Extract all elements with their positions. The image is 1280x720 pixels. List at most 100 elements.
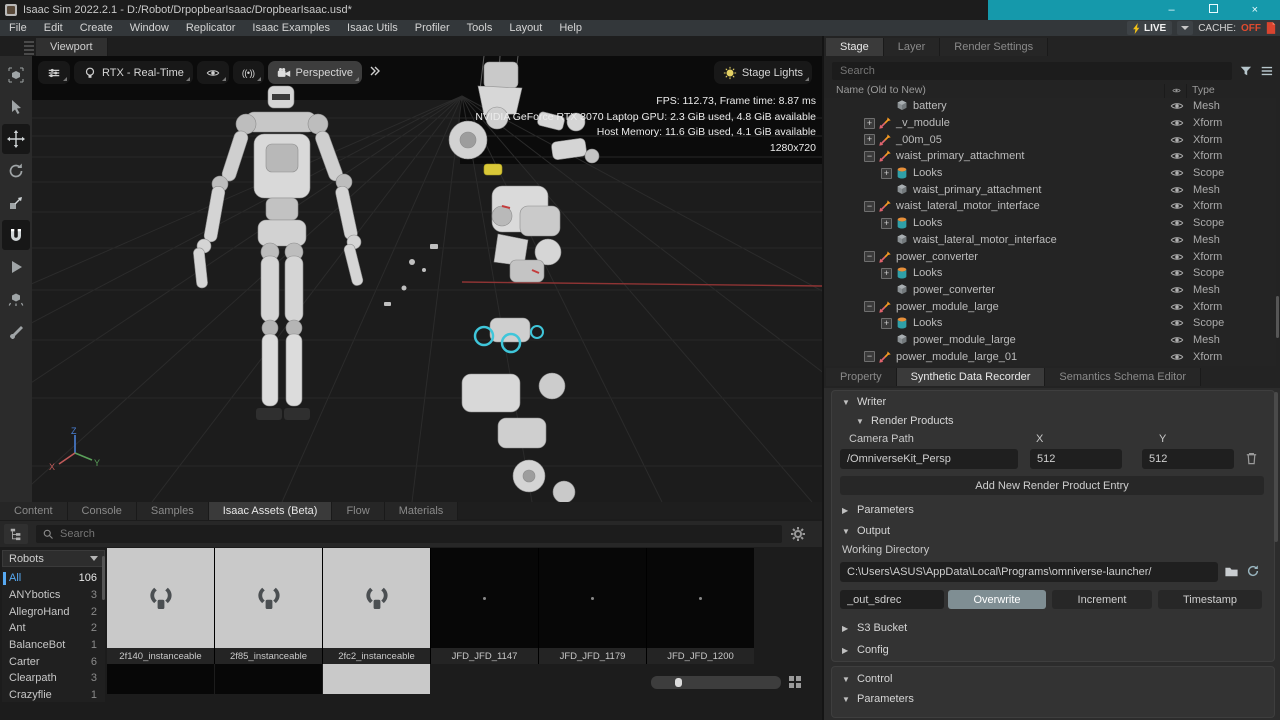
visibility-eye-icon[interactable]	[1170, 266, 1184, 280]
resolution-y-input[interactable]	[1142, 449, 1234, 469]
visibility-eye-icon[interactable]	[1170, 350, 1184, 364]
tab-synthetic-data-recorder[interactable]: Synthetic Data Recorder	[897, 368, 1046, 386]
tool-select-cursor[interactable]	[2, 92, 30, 122]
asset-thumbnail[interactable]	[323, 548, 430, 648]
write-mode-overwrite[interactable]: Overwrite	[948, 590, 1046, 609]
category-allegrohand[interactable]: AllegroHand2	[2, 603, 105, 620]
collapse-arrow-icon[interactable]: ▼	[842, 398, 851, 407]
stage-tree-row[interactable]: +LooksScope	[824, 215, 1276, 232]
property-scrollbar[interactable]	[1274, 392, 1278, 542]
tab-render-settings[interactable]: Render Settings	[940, 38, 1048, 56]
collapse-arrow-icon[interactable]: ▶	[842, 624, 851, 633]
menu-file[interactable]: File	[9, 22, 27, 34]
asset-tile[interactable]: 2f85_instanceable	[215, 548, 322, 664]
renderer-selector[interactable]: RTX - Real-Time	[74, 61, 193, 84]
asset-thumbnail[interactable]	[107, 548, 214, 648]
category-anybotics[interactable]: ANYbotics3	[2, 587, 105, 604]
menu-edit[interactable]: Edit	[44, 22, 63, 34]
stage-tree-row[interactable]: −power_module_largeXform	[824, 298, 1276, 315]
tool-snap-magnet[interactable]	[2, 220, 30, 250]
expand-toggle-icon[interactable]: +	[864, 118, 875, 129]
tool-move[interactable]	[2, 124, 30, 154]
tool-paint-brush[interactable]	[2, 316, 30, 346]
collapse-arrow-icon[interactable]: ▼	[842, 675, 851, 684]
menu-replicator[interactable]: Replicator	[186, 22, 236, 34]
expand-toggle-icon[interactable]: −	[864, 201, 875, 212]
visibility-eye-icon[interactable]	[1170, 199, 1184, 213]
asset-search-input[interactable]	[36, 525, 782, 543]
stage-scrollbar[interactable]	[1276, 296, 1279, 338]
section-config[interactable]: ▶ Config	[842, 644, 889, 656]
stage-tree-row[interactable]: +_v_moduleXform	[824, 115, 1276, 132]
grid-view-icon[interactable]	[788, 675, 802, 689]
tool-rotate[interactable]	[2, 156, 30, 186]
asset-tile[interactable]: JFD_JFD_1147	[431, 548, 538, 664]
audio-options-button[interactable]: ((•))	[233, 61, 264, 84]
stage-tree-row[interactable]: batteryMesh	[824, 98, 1276, 115]
menu-icon[interactable]	[1260, 64, 1274, 78]
stage-tree-row[interactable]: power_module_largeMesh	[824, 332, 1276, 349]
visibility-eye-icon[interactable]	[1170, 216, 1184, 230]
menu-tools[interactable]: Tools	[467, 22, 493, 34]
toolbar-expand-icon[interactable]	[368, 65, 380, 80]
section-control[interactable]: ▼ Control	[842, 673, 892, 685]
visibility-eye-icon[interactable]	[1170, 116, 1184, 130]
maximize-icon[interactable]	[1209, 0, 1218, 20]
asset-thumbnail[interactable]	[647, 548, 754, 648]
gear-icon[interactable]	[790, 526, 806, 542]
visibility-eye-icon[interactable]	[1170, 316, 1184, 330]
category-carter[interactable]: Carter6	[2, 653, 105, 670]
menu-isaac-utils[interactable]: Isaac Utils	[347, 22, 398, 34]
filter-icon[interactable]	[1239, 64, 1253, 78]
asset-tile[interactable]: JFD_JFD_1179	[539, 548, 646, 664]
menu-help[interactable]: Help	[559, 22, 582, 34]
section-writer[interactable]: ▼ Writer	[842, 396, 886, 408]
camera-selector[interactable]: Perspective	[268, 61, 362, 84]
stage-tree-row[interactable]: −waist_primary_attachmentXform	[824, 148, 1276, 165]
stage-tree-row[interactable]: −power_module_large_01Xform	[824, 348, 1276, 365]
close-icon[interactable]: ×	[1252, 0, 1258, 20]
tool-physics-drop[interactable]	[2, 284, 30, 314]
stage-tree-row[interactable]: waist_lateral_motor_interfaceMesh	[824, 232, 1276, 249]
stage-tree-row[interactable]: +LooksScope	[824, 265, 1276, 282]
visibility-eye-icon[interactable]	[1170, 149, 1184, 163]
visibility-eye-icon[interactable]	[1170, 166, 1184, 180]
add-render-product-button[interactable]: Add New Render Product Entry	[840, 476, 1264, 495]
stage-tree-row[interactable]: +_00m_05Xform	[824, 131, 1276, 148]
visibility-eye-icon[interactable]	[1170, 99, 1184, 113]
tool-select-box[interactable]	[2, 60, 30, 90]
collapse-arrow-icon[interactable]: ▼	[842, 695, 851, 704]
asset-thumbnail[interactable]	[215, 548, 322, 648]
category-ant[interactable]: Ant2	[2, 620, 105, 637]
viewport-canvas[interactable]: RTX - Real-Time ((•)) Perspective Stage …	[32, 56, 822, 502]
stage-tree-row[interactable]: −power_converterXform	[824, 248, 1276, 265]
slider-thumb[interactable]	[675, 678, 682, 687]
menu-window[interactable]: Window	[130, 22, 169, 34]
visibility-eye-icon[interactable]	[1170, 333, 1184, 347]
tree-view-toggle-button[interactable]	[4, 524, 28, 544]
tab-property[interactable]: Property	[826, 368, 897, 386]
visibility-eye-icon[interactable]	[1170, 233, 1184, 247]
expand-toggle-icon[interactable]: +	[881, 318, 892, 329]
menu-create[interactable]: Create	[80, 22, 113, 34]
collapse-arrow-icon[interactable]: ▼	[856, 417, 865, 426]
tab-console[interactable]: Console	[68, 502, 137, 520]
browse-folder-button[interactable]	[1222, 562, 1240, 580]
thumbnail-size-slider[interactable]	[651, 676, 781, 689]
resolution-x-input[interactable]	[1030, 449, 1122, 469]
camera-path-input[interactable]	[840, 449, 1018, 469]
tab-layer[interactable]: Layer	[884, 38, 941, 56]
stage-search-input[interactable]	[832, 62, 1232, 80]
write-mode-timestamp[interactable]: Timestamp	[1158, 590, 1262, 609]
tab-semantics-schema-editor[interactable]: Semantics Schema Editor	[1045, 368, 1201, 386]
category-balancebot[interactable]: BalanceBot1	[2, 637, 105, 654]
stage-tree-row[interactable]: power_converterMesh	[824, 282, 1276, 299]
expand-toggle-icon[interactable]: +	[881, 218, 892, 229]
column-type[interactable]: Type	[1192, 84, 1215, 96]
visibility-eye-icon[interactable]	[1170, 250, 1184, 264]
asset-tile[interactable]: JFD_JFD_1200	[647, 548, 754, 664]
expand-toggle-icon[interactable]: −	[864, 251, 875, 262]
tab-stage[interactable]: Stage	[826, 38, 884, 56]
menu-profiler[interactable]: Profiler	[415, 22, 450, 34]
expand-toggle-icon[interactable]: −	[864, 151, 875, 162]
